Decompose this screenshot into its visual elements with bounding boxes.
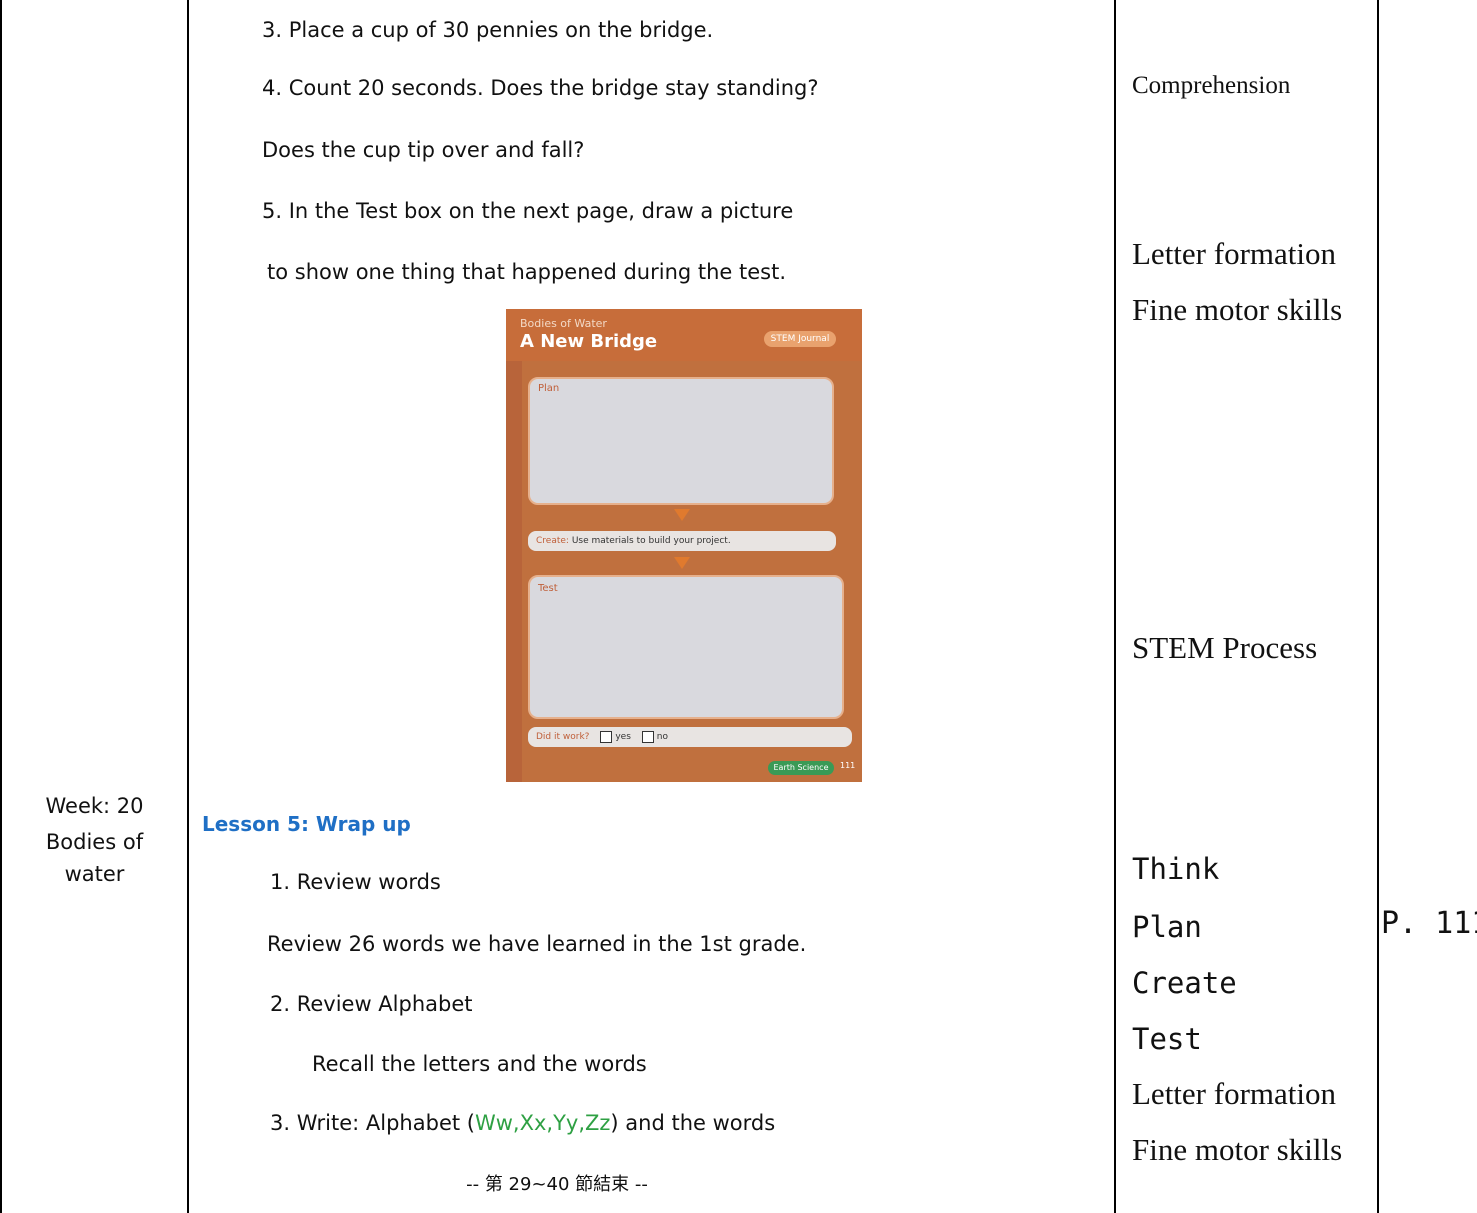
lesson-item-2-detail: Recall the letters and the words [312,1052,647,1076]
page-reference: P. 111 [1381,906,1477,941]
skill-letter-formation: Letter formation [1132,236,1336,271]
photo-title: A New Bridge [520,331,658,352]
section-end-note: -- 第 29~40 節結束 -- [466,1174,648,1195]
arrow-down-icon [674,557,690,569]
step-5: 5. In the Test box on the next page, dra… [262,199,794,223]
test-box [528,575,844,719]
topic-label-line2: water [64,862,125,886]
photo-badge: STEM Journal [764,331,836,347]
lesson-item-1-detail: Review 26 words we have learned in the 1… [267,932,807,956]
column-divider-3 [1377,0,1379,1213]
skill-think: Think [1132,852,1220,886]
workbook-photo: Bodies of Water A New Bridge STEM Journa… [506,309,862,782]
did-it-work-strip: Did it work? yes no [528,727,852,747]
skill-test: Test [1132,1022,1202,1056]
lesson-heading: Lesson 5: Wrap up [202,812,411,836]
item-3-letters: Ww,Xx,Yy,Zz [474,1111,611,1135]
item-3-suffix: ) and the words [610,1111,776,1135]
item-3-prefix: 3. Write: Alphabet ( [270,1111,475,1135]
photo-page-edge [506,361,522,782]
yes-label: yes [615,732,631,742]
column-divider-1 [187,0,189,1213]
lesson-item-1: 1. Review words [270,870,441,894]
step-5-continued: to show one thing that happened during t… [267,260,787,284]
table-left-border [0,0,2,1213]
step-4-continued: Does the cup tip over and fall? [262,138,585,162]
step-4: 4. Count 20 seconds. Does the bridge sta… [262,76,819,100]
lesson-item-3: 3. Write: Alphabet (Ww,Xx,Yy,Zz) and the… [270,1111,775,1135]
photo-series: Bodies of Water [520,317,607,330]
test-label: Test [538,583,558,594]
create-strip: Create: Use materials to build your proj… [528,531,836,551]
checkbox-icon [641,730,654,743]
skill-stem-process: STEM Process [1132,630,1318,665]
photo-page-number: 111 [840,761,856,770]
skill-letter-formation-2: Letter formation [1132,1076,1336,1111]
column-divider-2 [1114,0,1116,1213]
lesson-item-2: 2. Review Alphabet [270,992,473,1016]
create-prefix: Create: [536,536,569,546]
plan-box [528,377,834,505]
arrow-down-icon [674,509,690,521]
skill-comprehension: Comprehension [1132,72,1291,99]
checkbox-icon [600,730,613,743]
week-label: Week: 20 [45,794,144,818]
photo-footer-badge: Earth Science [768,761,834,775]
topic-label-line1: Bodies of [45,830,144,854]
did-it-work-label: Did it work? [536,732,590,742]
skill-create: Create [1132,966,1237,1000]
plan-label: Plan [538,383,560,394]
skill-fine-motor: Fine motor skills [1132,292,1343,327]
skill-plan: Plan [1132,910,1202,944]
no-label: no [656,732,668,742]
skill-fine-motor-2: Fine motor skills [1132,1132,1343,1167]
step-3: 3. Place a cup of 30 pennies on the brid… [262,18,714,42]
create-text: Use materials to build your project. [571,536,731,546]
